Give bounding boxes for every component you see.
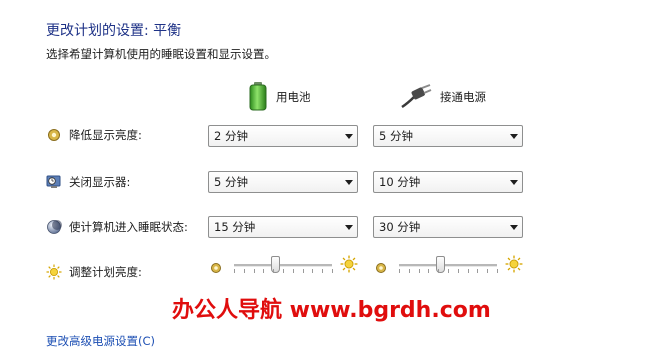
slider-tick (477, 269, 478, 273)
slider-tick (487, 269, 488, 273)
watermark: 办公人导航 www.bgrdh.com (172, 298, 491, 323)
chevron-down-icon[interactable] (341, 126, 357, 146)
display-off-plugged-select[interactable]: 10 分钟 (373, 171, 523, 193)
chevron-down-icon[interactable] (506, 126, 522, 146)
slider-tick (322, 269, 323, 273)
column-header-battery: 用电池 (248, 81, 311, 114)
select-value: 5 分钟 (379, 129, 413, 143)
row-sleep: 使计算机进入睡眠状态: (46, 219, 188, 235)
brightness-battery-slider[interactable] (208, 254, 360, 276)
row-dim-display: 降低显示亮度: (46, 127, 142, 143)
slider-tick (448, 269, 449, 273)
slider-tick (283, 269, 284, 273)
page-title: 更改计划的设置: 平衡 (46, 23, 182, 39)
display-off-battery-select[interactable]: 5 分钟 (208, 171, 358, 193)
slider-tick (428, 269, 429, 273)
slider-tick (244, 269, 245, 273)
select-value: 15 分钟 (214, 220, 256, 234)
sleep-icon (46, 219, 62, 235)
battery-icon (248, 81, 268, 114)
power-plug-icon (400, 83, 432, 112)
select-value: 30 分钟 (379, 220, 421, 234)
bright-brightness-icon (505, 255, 523, 273)
row-label-brightness: 调整计划亮度: (69, 265, 142, 279)
brightness-plugged-slider[interactable] (373, 254, 525, 276)
slider-tick (458, 269, 459, 273)
select-value: 2 分钟 (214, 129, 248, 143)
advanced-power-settings-link[interactable]: 更改高级电源设置(C) (46, 333, 155, 349)
dim-brightness-icon (210, 259, 222, 273)
chevron-down-icon[interactable] (341, 172, 357, 192)
slider-tick (497, 269, 498, 273)
chevron-down-icon[interactable] (506, 172, 522, 192)
slider-track[interactable] (234, 264, 332, 267)
slider-tick (254, 269, 255, 273)
slider-tick (332, 269, 333, 273)
slider-track[interactable] (399, 264, 497, 267)
slider-tick (419, 269, 420, 273)
row-brightness: 调整计划亮度: (46, 264, 142, 280)
dim-display-plugged-select[interactable]: 5 分钟 (373, 125, 523, 147)
slider-tick (273, 269, 274, 273)
sleep-plugged-select[interactable]: 30 分钟 (373, 216, 523, 238)
row-display-off: 关闭显示器: (46, 174, 130, 190)
column-label-plugged: 接通电源 (440, 90, 486, 104)
slider-tick (468, 269, 469, 273)
slider-tick (409, 269, 410, 273)
column-label-battery: 用电池 (276, 90, 311, 104)
slider-tick (438, 269, 439, 273)
dim-brightness-icon (375, 259, 387, 273)
row-label-display-off: 关闭显示器: (69, 175, 131, 189)
slider-tick (293, 269, 294, 273)
row-label-dim-display: 降低显示亮度: (69, 128, 142, 142)
chevron-down-icon[interactable] (506, 217, 522, 237)
sleep-battery-select[interactable]: 15 分钟 (208, 216, 358, 238)
display-off-icon (46, 174, 62, 190)
slider-tick (303, 269, 304, 273)
chevron-down-icon[interactable] (341, 217, 357, 237)
slider-tick (263, 269, 264, 273)
slider-tick (234, 269, 235, 273)
brightness-icon (46, 264, 62, 280)
row-label-sleep: 使计算机进入睡眠状态: (69, 220, 188, 234)
select-value: 5 分钟 (214, 175, 248, 189)
bright-brightness-icon (340, 255, 358, 273)
slider-tick (399, 269, 400, 273)
page-subtitle: 选择希望计算机使用的睡眠设置和显示设置。 (46, 47, 276, 61)
column-header-plugged: 接通电源 (400, 82, 486, 112)
select-value: 10 分钟 (379, 175, 421, 189)
dim-display-icon (46, 127, 62, 143)
dim-display-battery-select[interactable]: 2 分钟 (208, 125, 358, 147)
slider-tick (312, 269, 313, 273)
